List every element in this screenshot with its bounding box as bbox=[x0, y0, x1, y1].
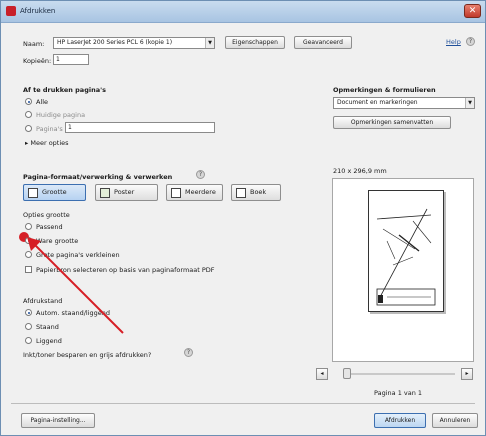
page-setup-button[interactable]: Pagina-instelling... bbox=[21, 413, 95, 428]
copies-input[interactable]: 1 bbox=[53, 54, 89, 65]
poster-icon bbox=[100, 188, 110, 198]
current-page-label: Huidige pagina bbox=[36, 111, 86, 119]
copies-label: Kopieën: bbox=[23, 57, 52, 65]
page-counter: Pagina 1 van 1 bbox=[374, 389, 423, 397]
page-slider-thumb[interactable] bbox=[343, 368, 351, 379]
summarize-comments-button[interactable]: Opmerkingen samenvatten bbox=[333, 116, 451, 129]
all-pages-label: Alle bbox=[36, 98, 49, 106]
size-options-heading: Opties grootte bbox=[23, 211, 70, 219]
multiple-pages-icon bbox=[171, 188, 181, 198]
help-icon[interactable]: ? bbox=[184, 348, 193, 357]
tab-multiple-label: Meerdere bbox=[185, 188, 216, 196]
tab-booklet-label: Boek bbox=[250, 188, 267, 196]
tab-poster[interactable]: Poster bbox=[95, 184, 158, 201]
footer-divider bbox=[11, 403, 475, 404]
acrobat-app-icon bbox=[6, 6, 16, 16]
comments-forms-heading: Opmerkingen & formulieren bbox=[333, 86, 436, 94]
tab-booklet[interactable]: Boek bbox=[231, 184, 281, 201]
tab-size[interactable]: Grootte bbox=[23, 184, 86, 201]
all-pages-radio[interactable] bbox=[25, 98, 32, 105]
page-slider-track[interactable] bbox=[351, 373, 455, 375]
cancel-button[interactable]: Annuleren bbox=[432, 413, 478, 428]
help-link[interactable]: Help bbox=[446, 38, 461, 46]
more-options-toggle[interactable]: ▸ Meer opties bbox=[25, 139, 69, 147]
printer-name-label: Naam: bbox=[23, 40, 45, 48]
pages-range-label: Pagina's bbox=[36, 125, 63, 133]
pages-range-input[interactable]: 1 bbox=[65, 122, 215, 133]
paper-size-text: 210 x 296,9 mm bbox=[333, 167, 387, 175]
comments-forms-value: Document en markeringen bbox=[337, 99, 418, 106]
print-dialog: Afdrukken ✕ Naam: HP LaserJet 200 Series… bbox=[0, 0, 486, 436]
close-button[interactable]: ✕ bbox=[464, 4, 481, 18]
pages-range-radio[interactable] bbox=[25, 125, 32, 132]
page-sizing-heading: Pagina-formaat/verwerking & verwerken bbox=[23, 173, 173, 181]
title-bar: Afdrukken ✕ bbox=[1, 1, 485, 23]
chevron-down-icon: ▼ bbox=[205, 38, 214, 48]
more-options-label: Meer opties bbox=[30, 139, 69, 147]
tab-multiple[interactable]: Meerdere bbox=[166, 184, 223, 201]
preview-drawing bbox=[376, 208, 436, 306]
zoom-out-button[interactable]: ◂ bbox=[316, 368, 328, 380]
ink-saving-hint: Inkt/toner besparen en grijs afdrukken? bbox=[23, 351, 152, 359]
help-icon[interactable]: ? bbox=[196, 170, 205, 179]
zoom-in-button[interactable]: ▸ bbox=[461, 368, 473, 380]
booklet-icon bbox=[236, 188, 246, 198]
preview-page bbox=[368, 190, 444, 312]
pages-to-print-heading: Af te drukken pagina's bbox=[23, 86, 106, 94]
page-size-icon bbox=[28, 188, 38, 198]
print-button[interactable]: Afdrukken bbox=[374, 413, 426, 428]
chevron-down-icon: ▼ bbox=[465, 98, 474, 108]
printer-select-value: HP LaserJet 200 Series PCL 6 (kopie 1) bbox=[57, 39, 173, 46]
comments-forms-select[interactable]: Document en markeringen ▼ bbox=[333, 97, 475, 109]
tab-size-label: Grootte bbox=[42, 188, 67, 196]
current-page-radio[interactable] bbox=[25, 111, 32, 118]
window-title: Afdrukken bbox=[20, 7, 56, 15]
tab-poster-label: Poster bbox=[114, 188, 135, 196]
advanced-button[interactable]: Geavanceerd bbox=[294, 36, 352, 49]
help-icon[interactable]: ? bbox=[466, 37, 475, 46]
properties-button[interactable]: Eigenschappen bbox=[225, 36, 285, 49]
annotation-arrow bbox=[27, 237, 124, 334]
printer-select[interactable]: HP LaserJet 200 Series PCL 6 (kopie 1) ▼ bbox=[53, 37, 215, 49]
